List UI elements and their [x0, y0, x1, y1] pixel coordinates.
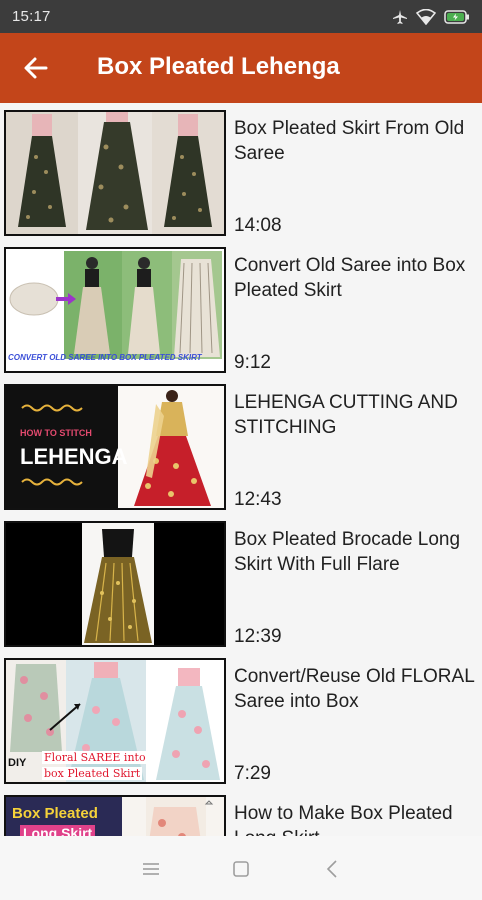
video-duration: 7:29 — [234, 763, 271, 784]
thumbnail-caption: DIY — [8, 757, 27, 769]
thumbnail-caption: Floral SAREE into — [42, 751, 148, 764]
status-time: 15:17 — [12, 8, 51, 25]
thumbnail-caption: LEHENGA — [20, 444, 128, 469]
video-duration: 12:43 — [234, 489, 282, 510]
video-title: Box Pleated Skirt From Old Saree — [234, 118, 465, 164]
video-title: Convert Old Saree into Box Pleated Skirt — [234, 255, 466, 301]
video-title: How to Make Box Pleated Long Skirt — [234, 803, 453, 836]
arrow-left-icon — [24, 57, 48, 79]
video-item-5[interactable]: DIY Floral SAREE into box Pleated Skirt … — [0, 651, 482, 787]
back-chevron-icon — [326, 860, 337, 878]
wifi-icon — [416, 9, 436, 25]
video-item-1[interactable]: Box Pleated Skirt From Old Saree 14:08 — [0, 103, 482, 239]
video-title: Box Pleated Brocade Long Skirt With Full… — [234, 529, 461, 575]
video-item-6[interactable]: Box Pleated Long Skirt How to Make Box P… — [0, 788, 482, 836]
video-thumbnail: HOW TO STITCH LEHENGA — [4, 384, 226, 510]
video-title: LEHENGA CUTTING AND STITCHING — [234, 392, 458, 438]
menu-icon — [143, 863, 159, 875]
video-title: Convert/Reuse Old FLORAL Saree into Box — [234, 666, 475, 712]
video-thumbnail — [4, 110, 226, 236]
thumbnail-caption: Box Pleated — [12, 805, 98, 822]
status-icons — [392, 7, 470, 27]
menu-button[interactable] — [140, 858, 162, 880]
video-thumbnail — [4, 521, 226, 647]
airplane-icon — [392, 9, 408, 25]
home-button[interactable] — [230, 858, 252, 880]
video-duration: 12:39 — [234, 626, 282, 647]
video-item-2[interactable]: CONVERT OLD SAREE INTO BOX PLEATED SKIRT… — [0, 240, 482, 376]
video-thumbnail: DIY Floral SAREE into box Pleated Skirt — [4, 658, 226, 784]
thumbnail-caption: CONVERT OLD SAREE INTO BOX PLEATED SKIRT — [8, 353, 202, 362]
thumbnail-caption: HOW TO STITCH — [20, 428, 92, 438]
thumbnail-caption: Long Skirt — [20, 825, 96, 836]
video-duration: 9:12 — [234, 352, 271, 373]
video-duration: 14:08 — [234, 215, 282, 236]
home-square-icon — [233, 861, 249, 877]
video-item-4[interactable]: Box Pleated Brocade Long Skirt With Full… — [0, 514, 482, 650]
system-back-button[interactable] — [322, 858, 344, 880]
video-item-3[interactable]: HOW TO STITCH LEHENGA LEHENGA CUTTING AN… — [0, 377, 482, 513]
video-thumbnail: Box Pleated Long Skirt — [4, 795, 226, 836]
thumbnail-caption: box Pleated Skirt — [42, 767, 143, 780]
system-nav-bar — [0, 836, 482, 900]
page-title: Box Pleated Lehenga — [97, 53, 340, 80]
video-list[interactable]: Box Pleated Skirt From Old Saree 14:08 C… — [0, 103, 482, 836]
app-bar: Box Pleated Lehenga — [0, 33, 482, 103]
back-button[interactable] — [20, 54, 52, 82]
battery-charging-icon — [444, 10, 470, 24]
video-thumbnail: CONVERT OLD SAREE INTO BOX PLEATED SKIRT — [4, 247, 226, 373]
status-bar: 15:17 — [0, 0, 482, 33]
